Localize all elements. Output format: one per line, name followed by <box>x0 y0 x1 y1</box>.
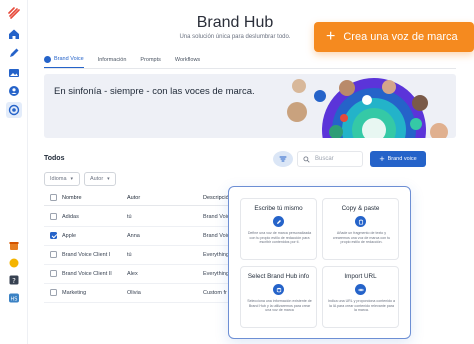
column-header-name: Nombre <box>62 195 82 201</box>
cta-label: Crea una voz de marca <box>343 31 458 43</box>
option-card-write[interactable]: Escribe tú mismo Define una voz de marca… <box>240 198 317 260</box>
pencil-icon <box>273 216 284 227</box>
page-title: Brand Hub <box>196 14 274 31</box>
row-checkbox[interactable] <box>50 213 57 220</box>
brand-hub-icon[interactable] <box>6 102 22 118</box>
author-filter-dropdown[interactable]: Autor ▾ <box>84 172 116 186</box>
gift-icon[interactable] <box>7 238 21 252</box>
table-divider <box>44 205 254 206</box>
plus-icon: + <box>326 28 336 45</box>
row-checkbox[interactable] <box>50 232 57 239</box>
search-input[interactable]: Buscar <box>297 151 363 167</box>
home-icon[interactable] <box>7 27 21 41</box>
language-filter-dropdown[interactable]: Idioma ▾ <box>44 172 80 186</box>
hero-banner: En sinfonía - siempre - con las voces de… <box>44 74 456 138</box>
banner-illustration <box>287 78 448 138</box>
link-icon <box>355 284 366 295</box>
database-icon <box>273 284 284 295</box>
option-card-paste[interactable]: Copy & paste Añade un fragmento de texto… <box>322 198 399 260</box>
column-header-author: Autor <box>127 195 141 201</box>
tab-brand-voice[interactable]: Brand Voice <box>44 54 84 68</box>
sidebar: ? HS <box>0 0 28 344</box>
page-subtitle: Una solución única para deslumbrar todo. <box>179 34 291 40</box>
chat-icon <box>44 55 51 63</box>
table-row[interactable]: Adidas tú Brand Voice <box>44 208 254 227</box>
option-card-import-url[interactable]: Import URL Indica una URL y proporciona … <box>322 266 399 328</box>
filter-icon <box>279 156 287 162</box>
star-icon[interactable] <box>7 256 21 270</box>
chevron-down-icon: ▾ <box>107 176 110 182</box>
logo-icon[interactable] <box>7 6 21 20</box>
tab-workflows[interactable]: Workflows <box>175 54 200 68</box>
create-voice-popup: Escribe tú mismo Define una voz de marca… <box>228 186 411 339</box>
tab-bar: Brand Voice Información Prompts Workflow… <box>44 54 344 68</box>
image-icon[interactable] <box>7 66 21 80</box>
chevron-down-icon: ▾ <box>70 176 74 182</box>
svg-text:?: ? <box>12 277 16 285</box>
svg-text:HS: HS <box>11 297 18 303</box>
table-row[interactable]: Brand Voice Client II Alex Everything <box>44 265 254 284</box>
table-row[interactable]: Marketing Olivia Custom fr <box>44 284 254 303</box>
tab-prompts[interactable]: Prompts <box>140 54 160 68</box>
row-checkbox[interactable] <box>50 270 57 277</box>
search-placeholder: Buscar <box>315 156 334 162</box>
row-checkbox[interactable] <box>50 289 57 296</box>
avatar[interactable]: HS <box>7 291 21 305</box>
row-checkbox[interactable] <box>50 251 57 258</box>
create-brand-voice-button[interactable]: + Crea una voz de marca <box>314 22 474 52</box>
search-icon <box>303 155 310 163</box>
option-card-brand-hub[interactable]: Select Brand Hub info Selecciona una inf… <box>240 266 317 328</box>
add-brand-voice-button[interactable]: + Brand voice <box>370 151 426 167</box>
plus-icon: + <box>379 153 385 164</box>
column-header-description: Descripción <box>203 195 229 201</box>
pen-icon[interactable] <box>7 46 21 60</box>
help-icon[interactable]: ? <box>7 273 21 287</box>
tab-informacion[interactable]: Información <box>98 54 127 68</box>
tab-divider <box>44 68 456 69</box>
user-icon[interactable] <box>7 84 21 98</box>
filter-button[interactable] <box>273 151 293 167</box>
table-row[interactable]: Apple Anna Brand Voice <box>44 227 254 246</box>
select-all-checkbox[interactable] <box>50 194 57 201</box>
paste-icon <box>355 216 366 227</box>
table-row[interactable]: Brand Voice Client I tú Everything <box>44 246 254 265</box>
list-heading: Todos <box>44 155 65 162</box>
